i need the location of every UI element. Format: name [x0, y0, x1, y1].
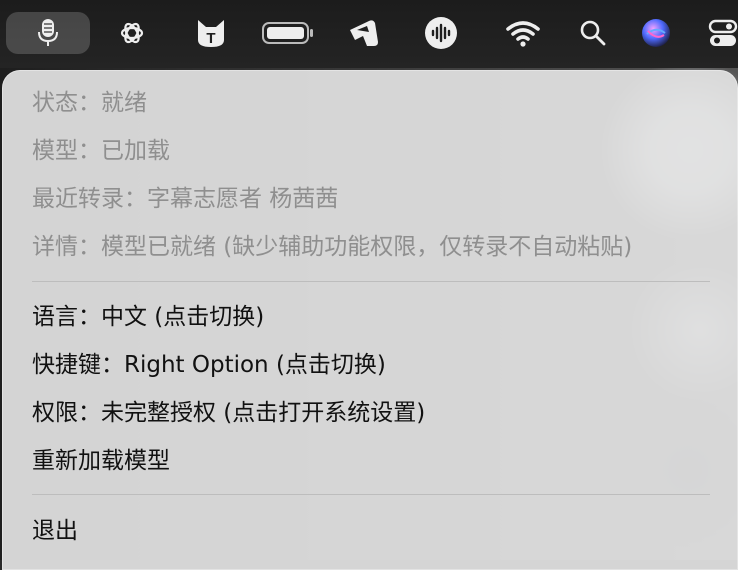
wifi-button[interactable] — [504, 12, 542, 54]
recent-transcription-item: 最近转录：字幕志愿者 杨茜茜 — [32, 186, 339, 212]
menu-bar: T — [0, 0, 738, 68]
svg-text:T: T — [206, 30, 215, 47]
cat-app-button[interactable]: T — [194, 12, 228, 54]
spotlight-button[interactable] — [578, 12, 608, 54]
dropdown-menu: 状态：就绪 模型：已加载 最近转录：字幕志愿者 杨茜茜 详情：模型已就绪 (缺少… — [2, 70, 738, 570]
quit-item[interactable]: 退出 — [32, 516, 78, 546]
status-item: 状态：就绪 — [32, 90, 147, 116]
control-center-button[interactable] — [708, 12, 738, 54]
shortcut-item[interactable]: 快捷键：Right Option (点击切换) — [32, 350, 386, 380]
wifi-icon — [505, 19, 541, 47]
microphone-icon — [35, 18, 61, 48]
language-item[interactable]: 语言：中文 (点击切换) — [32, 302, 264, 332]
microphone-menu-button[interactable] — [6, 12, 90, 54]
audio-button[interactable] — [424, 12, 458, 54]
menu-separator — [32, 281, 710, 282]
openai-icon — [119, 20, 145, 46]
details-item: 详情：模型已就绪 (缺少辅助功能权限，仅转录不自动粘贴) — [32, 234, 633, 260]
permission-item[interactable]: 权限：未完整授权 (点击打开系统设置) — [32, 398, 425, 428]
siri-button[interactable] — [640, 12, 672, 54]
menu-separator — [32, 494, 710, 495]
openai-button[interactable] — [116, 12, 148, 54]
drive-button[interactable] — [346, 12, 382, 54]
cat-icon: T — [195, 18, 227, 48]
search-icon — [579, 19, 607, 47]
battery-status[interactable] — [262, 12, 314, 54]
battery-icon — [262, 21, 314, 45]
control-center-icon — [708, 18, 738, 48]
model-item: 模型：已加载 — [32, 138, 170, 164]
reload-model-item[interactable]: 重新加载模型 — [32, 446, 170, 476]
audio-wave-icon — [424, 16, 458, 50]
drive-icon — [347, 18, 381, 48]
siri-icon — [641, 18, 671, 48]
